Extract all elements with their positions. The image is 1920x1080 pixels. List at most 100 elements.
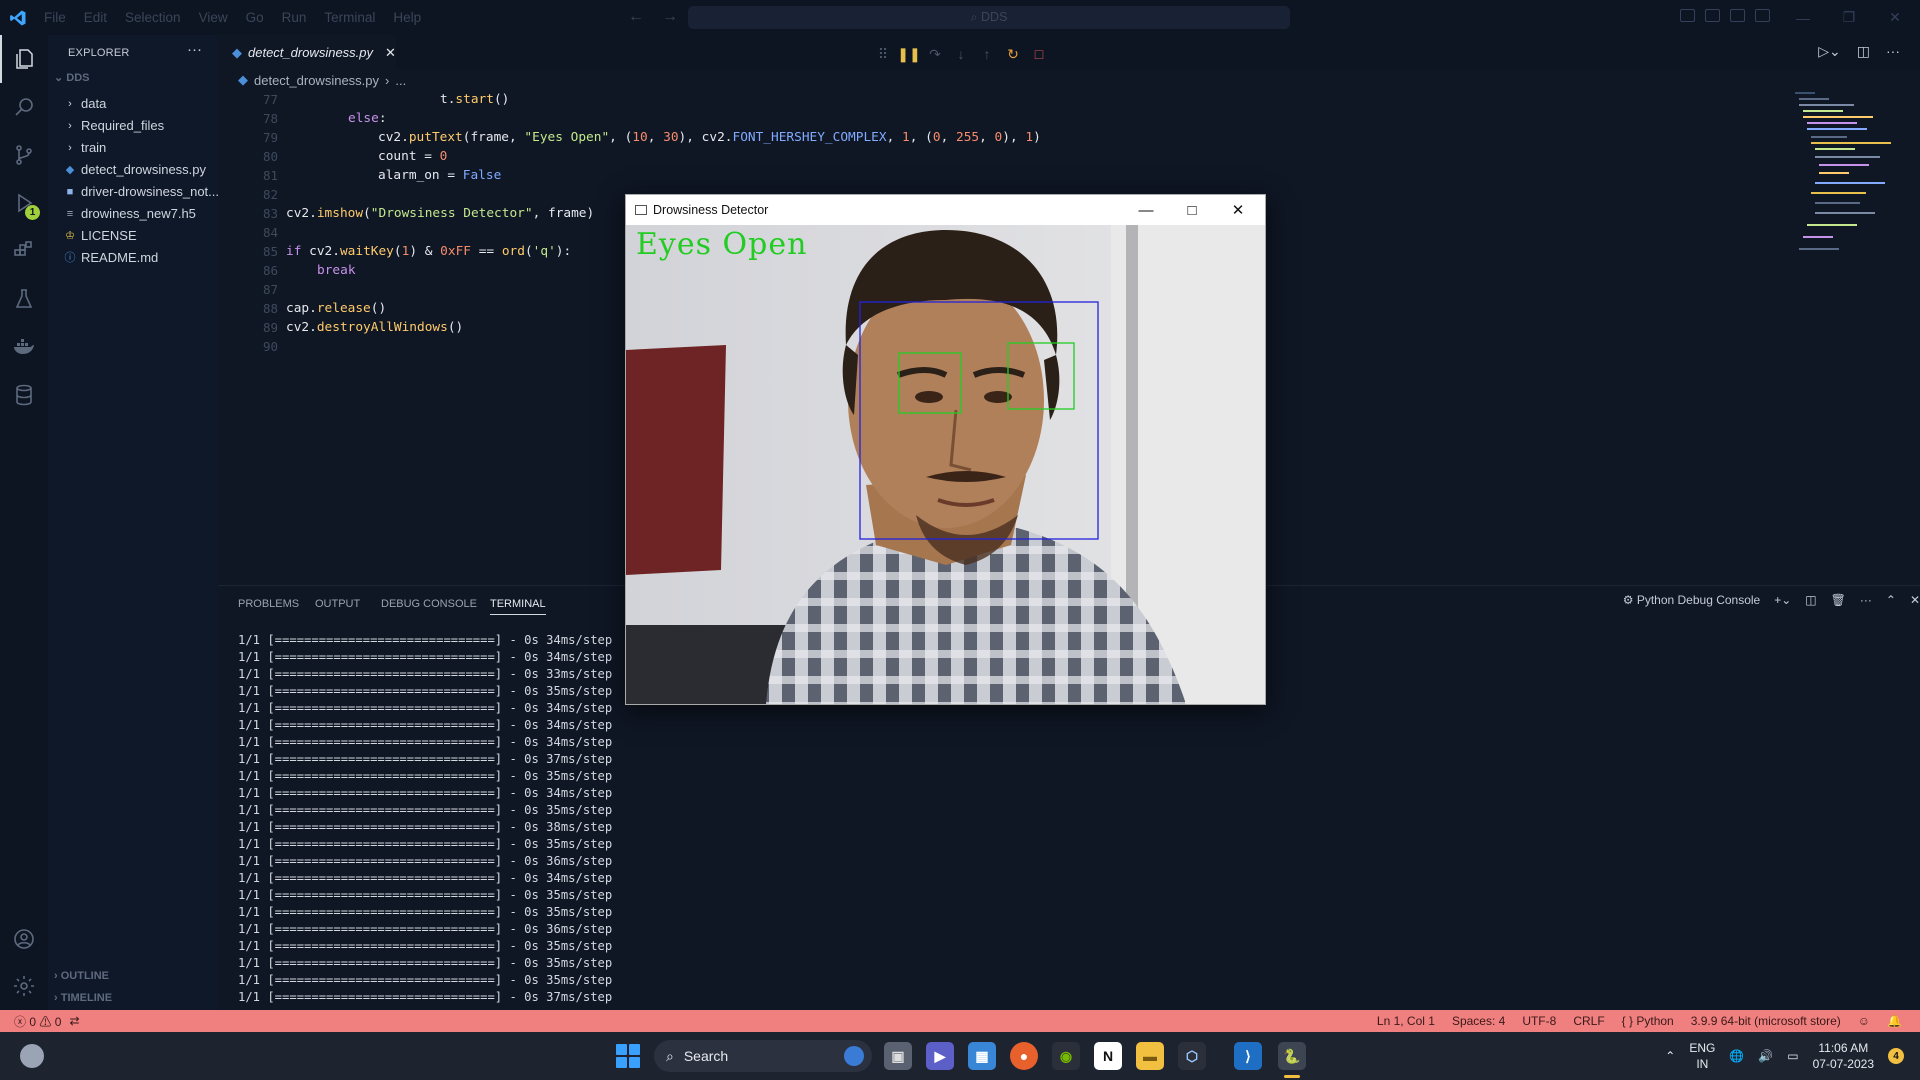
notion-icon[interactable]: N	[1094, 1042, 1122, 1070]
chevron-up-icon[interactable]: ⌃	[1665, 1049, 1675, 1063]
start-button[interactable]	[616, 1044, 640, 1068]
testing-icon[interactable]	[0, 275, 48, 323]
close-window-button[interactable]: ✕	[1215, 195, 1261, 225]
timeline-section[interactable]: › TIMELINE	[54, 992, 112, 1004]
terminal-instance[interactable]: ⚙ Python Debug Console	[1623, 593, 1761, 607]
drowsiness-detector-window[interactable]: Drowsiness Detector — □ ✕ Eyes Open	[625, 194, 1266, 705]
pause-icon[interactable]: ❚❚	[896, 46, 922, 63]
network-icon[interactable]: 🌐	[1729, 1049, 1744, 1063]
breadcrumb-symbol[interactable]: ...	[395, 73, 406, 88]
menu-run[interactable]: Run	[273, 10, 316, 25]
clock[interactable]: 11:06 AM 07-07-2023	[1813, 1040, 1874, 1072]
firefox-icon[interactable]: ●	[1010, 1042, 1038, 1070]
microsoft-store-icon[interactable]: ▦	[968, 1042, 996, 1070]
close-panel-icon[interactable]: ✕	[1910, 593, 1920, 607]
cursor-position[interactable]: Ln 1, Col 1	[1377, 1014, 1435, 1028]
teams-chat-icon[interactable]: ▶	[926, 1042, 954, 1070]
notifications-bell-icon[interactable]: 🔔	[1887, 1014, 1902, 1028]
menu-edit[interactable]: Edit	[75, 10, 116, 25]
drag-handle-icon[interactable]: ⠿	[870, 46, 896, 63]
settings-gear-icon[interactable]	[0, 962, 48, 1010]
problems-status[interactable]: ⓧ 0 ⚠ 0	[14, 1013, 61, 1030]
tree-item-train[interactable]: › train	[64, 137, 106, 159]
feedback-icon[interactable]: ☺	[1858, 1014, 1870, 1028]
tree-item-readme[interactable]: ⓘ README.md	[64, 247, 159, 269]
tab-debug-console[interactable]: DEBUG CONSOLE	[381, 598, 477, 610]
tree-item-detect-drowsiness[interactable]: ◆ detect_drowsiness.py	[64, 159, 206, 181]
tab-output[interactable]: OUTPUT	[315, 598, 360, 610]
nvidia-icon[interactable]: ◉	[1052, 1042, 1080, 1070]
maximize-button[interactable]: □	[1169, 195, 1215, 225]
docker-icon[interactable]	[0, 323, 48, 371]
input-language[interactable]: ENG IN	[1689, 1040, 1715, 1072]
tab-problems[interactable]: PROBLEMS	[238, 598, 299, 610]
more-actions-icon[interactable]: ···	[1860, 593, 1872, 607]
maximize-panel-icon[interactable]: ⌃	[1886, 593, 1896, 607]
source-control-icon[interactable]	[0, 131, 48, 179]
menu-view[interactable]: View	[190, 10, 237, 25]
split-terminal-icon[interactable]: ◫	[1805, 593, 1816, 607]
menu-file[interactable]: File	[35, 10, 75, 25]
account-icon[interactable]	[0, 915, 48, 963]
weather-widget-icon[interactable]	[20, 1044, 44, 1068]
command-center-search[interactable]: ⌕ DDS	[688, 6, 1290, 29]
file-explorer-icon[interactable]: ▬	[1136, 1042, 1164, 1070]
restart-icon[interactable]: ↻	[1000, 46, 1026, 63]
close-window-button[interactable]: ✕	[1872, 0, 1918, 35]
stop-icon[interactable]: □	[1026, 46, 1052, 62]
tree-item-required-files[interactable]: › Required_files	[64, 115, 164, 137]
step-into-icon[interactable]: ↓	[948, 46, 974, 62]
search-icon[interactable]	[0, 83, 48, 131]
toggle-panel-icon[interactable]	[1705, 9, 1720, 22]
tab-detect-drowsiness[interactable]: ◆ detect_drowsiness.py ✕	[218, 35, 396, 70]
step-over-icon[interactable]: ↷	[922, 46, 948, 63]
split-editor-icon[interactable]: ◫	[1857, 43, 1870, 60]
extensions-icon[interactable]	[0, 227, 48, 275]
python-interpreter[interactable]: 3.9.9 64-bit (microsoft store)	[1691, 1014, 1841, 1028]
run-file-icon[interactable]: ▷⌄	[1818, 43, 1841, 60]
tree-item-h5-model[interactable]: ≡ drowiness_new7.h5	[64, 203, 196, 225]
battery-icon[interactable]: ▭	[1787, 1049, 1798, 1063]
virtualbox-icon[interactable]: ⬡	[1178, 1042, 1206, 1070]
encoding[interactable]: UTF-8	[1522, 1014, 1556, 1028]
breadcrumb-file[interactable]: detect_drowsiness.py	[254, 73, 379, 88]
step-out-icon[interactable]: ↑	[974, 46, 1000, 62]
customize-layout-icon[interactable]	[1755, 9, 1770, 22]
tree-item-notebook[interactable]: ■ driver-drowsiness_not...	[64, 181, 219, 203]
volume-icon[interactable]: 🔊	[1758, 1049, 1773, 1063]
menu-terminal[interactable]: Terminal	[315, 10, 384, 25]
vscode-taskbar-icon[interactable]: ⟩	[1234, 1042, 1262, 1070]
taskbar-search[interactable]: ⌕ Search	[654, 1040, 872, 1072]
toggle-sidebar-icon[interactable]	[1680, 9, 1695, 22]
workspace-folder[interactable]: ⌄ DDS	[54, 71, 90, 84]
close-tab-icon[interactable]: ✕	[385, 45, 396, 61]
live-share-icon[interactable]: ⇄	[69, 1014, 79, 1028]
tab-terminal[interactable]: TERMINAL	[490, 598, 546, 615]
tree-item-license[interactable]: ♔ LICENSE	[64, 225, 137, 247]
menu-go[interactable]: Go	[237, 10, 273, 25]
menu-help[interactable]: Help	[384, 10, 430, 25]
run-debug-icon[interactable]: 1	[0, 179, 48, 227]
language-mode[interactable]: { } Python	[1622, 1014, 1674, 1028]
new-terminal-icon[interactable]: +⌄	[1774, 593, 1791, 607]
minimize-button[interactable]: —	[1780, 0, 1826, 35]
kill-terminal-icon[interactable]: 🗑	[1831, 593, 1846, 607]
end-of-line[interactable]: CRLF	[1573, 1014, 1604, 1028]
more-actions-icon[interactable]: ···	[1886, 43, 1900, 60]
database-icon[interactable]	[0, 371, 48, 419]
minimap[interactable]	[1793, 92, 1913, 272]
indentation[interactable]: Spaces: 4	[1452, 1014, 1505, 1028]
outline-section[interactable]: › OUTLINE	[54, 970, 109, 982]
task-view-icon[interactable]: ▣	[884, 1042, 912, 1070]
explorer-more-button[interactable]: ···	[187, 41, 202, 58]
tree-item-data[interactable]: › data	[64, 93, 106, 115]
explorer-icon[interactable]	[0, 35, 48, 83]
restore-button[interactable]: ❐	[1826, 0, 1872, 35]
menu-selection[interactable]: Selection	[116, 10, 190, 25]
toggle-secondary-sidebar-icon[interactable]	[1730, 9, 1745, 22]
notification-badge[interactable]: 4	[1888, 1048, 1904, 1064]
window-titlebar[interactable]: Drowsiness Detector — □ ✕	[626, 195, 1265, 225]
nav-back-forward[interactable]: ←→	[628, 8, 696, 26]
python-taskbar-icon[interactable]: 🐍	[1278, 1042, 1306, 1070]
minimize-button[interactable]: —	[1123, 195, 1169, 225]
